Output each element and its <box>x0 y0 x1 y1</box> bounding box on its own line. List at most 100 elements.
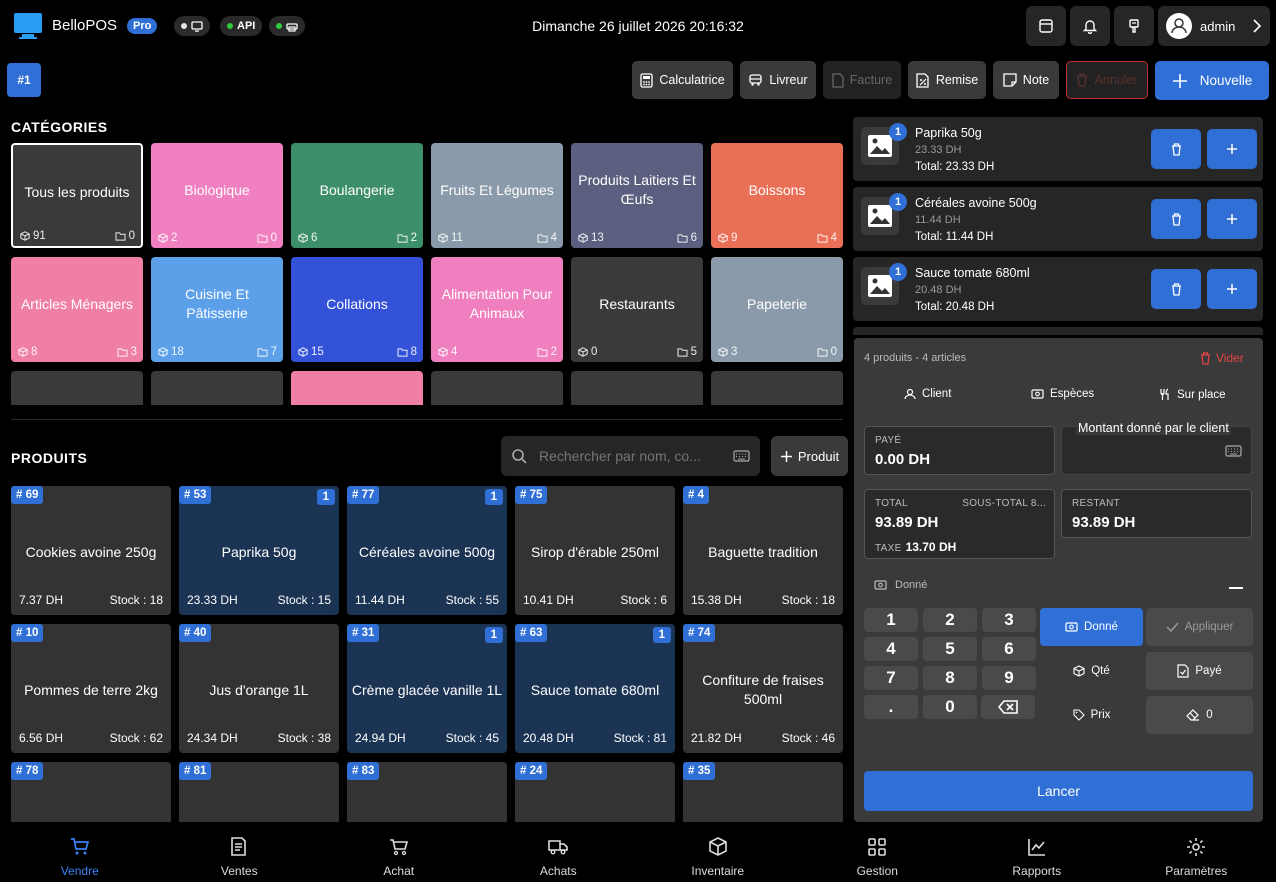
keypad-key[interactable]: 0 <box>923 695 977 719</box>
user-icon <box>904 388 916 400</box>
appliquer-button[interactable]: Appliquer <box>1146 608 1253 646</box>
backspace-key[interactable] <box>981 695 1035 719</box>
increment-item-button[interactable] <box>1207 129 1257 169</box>
product-count: 2 <box>171 232 178 244</box>
category-card[interactable]: Produits Laitie <box>711 371 843 405</box>
add-product-button[interactable]: Produit <box>771 436 848 476</box>
annuler-button[interactable]: Annuler <box>1066 61 1148 99</box>
facture-label: Facture <box>849 73 893 87</box>
product-card[interactable]: # 81 <box>179 762 339 822</box>
category-card[interactable]: Surgelés et Et <box>571 371 703 405</box>
keypad-key[interactable]: 9 <box>982 666 1036 690</box>
product-card[interactable]: # 40 Jus d'orange 1L 24.34 DH Stock : 38 <box>179 624 339 753</box>
category-card[interactable]: Fruits Et Légumes 11 4 <box>431 143 563 248</box>
nav-item-vendre[interactable]: Vendre <box>0 822 160 882</box>
delete-item-button[interactable] <box>1151 129 1201 169</box>
donne-mode-button[interactable]: Donné <box>1040 608 1143 646</box>
notifications-button[interactable] <box>1070 6 1110 46</box>
category-card[interactable]: Condi M <box>151 371 283 405</box>
sub-count: 3 <box>130 346 137 358</box>
product-card[interactable]: # 78 Céréales riz croustillant <box>11 762 171 822</box>
nav-item-achat[interactable]: Achat <box>319 822 479 882</box>
especes-button[interactable]: Espèces <box>1031 388 1094 400</box>
paye-button[interactable]: Payé <box>1146 652 1253 690</box>
add-product-label: Produit <box>797 448 840 464</box>
product-card[interactable]: # 53 1 Paprika 50g 23.33 DH Stock : 15 <box>179 486 339 615</box>
product-price: 24.34 DH <box>187 731 238 745</box>
product-card[interactable]: # 63 1 Sauce tomate 680ml 20.48 DH Stock : 8… <box>515 624 675 753</box>
product-card[interactable]: # 31 1 Crème glacée vanille 1L 24.94 DH Stoc… <box>347 624 507 753</box>
nav-item-ventes[interactable]: Ventes <box>160 822 320 882</box>
product-card[interactable]: # 77 1 Céréales avoine 500g 11.44 DH Stock :… <box>347 486 507 615</box>
category-card[interactable]: Cuisine Et Pâtisserie 18 7 <box>151 257 283 362</box>
order-tab[interactable]: #1 <box>7 63 41 97</box>
nav-item-inventaire[interactable]: Inventaire <box>638 822 798 882</box>
nav-item-achats[interactable]: Achats <box>479 822 639 882</box>
nav-item-rapports[interactable]: Rapports <box>957 822 1117 882</box>
user-menu-button[interactable]: admin <box>1158 6 1270 46</box>
delete-item-button[interactable] <box>1151 269 1201 309</box>
vider-button[interactable]: Vider <box>1200 351 1244 365</box>
keyboard-icon[interactable] <box>733 450 750 462</box>
keyboard-icon[interactable] <box>1225 445 1242 457</box>
client-button[interactable]: Client <box>904 388 951 400</box>
product-card[interactable]: # 69 Cookies avoine 250g 7.37 DH Stock : 18 <box>11 486 171 615</box>
clear-button[interactable]: 0 <box>1146 696 1253 734</box>
keypad-key[interactable]: 7 <box>864 666 918 690</box>
keypad-key[interactable]: 5 <box>923 637 977 661</box>
nav-item-paramètres[interactable]: Paramètres <box>1117 822 1276 882</box>
calculatrice-button[interactable]: Calculatrice <box>632 61 733 99</box>
delivery-icon <box>749 74 763 86</box>
keypad-key[interactable]: 1 <box>864 608 918 632</box>
keypad-key[interactable]: 3 <box>982 608 1036 632</box>
category-card[interactable]: Alimentation Pour Animaux 4 2 <box>431 257 563 362</box>
product-card[interactable]: # 83 Nourriture chat adulte <box>347 762 507 822</box>
category-card[interactable]: Collatio <box>431 371 563 405</box>
increment-item-button[interactable] <box>1207 269 1257 309</box>
keypad-key[interactable]: 6 <box>982 637 1036 661</box>
category-sub-count: 5 <box>677 346 697 358</box>
plus-icon <box>1172 73 1187 88</box>
category-card[interactable]: Boulangerie 6 2 <box>291 143 423 248</box>
product-card[interactable]: # 10 Pommes de terre 2kg 6.56 DH Stock : 62 <box>11 624 171 753</box>
note-button[interactable]: Note <box>993 61 1059 99</box>
nav-item-gestion[interactable]: Gestion <box>798 822 958 882</box>
product-card[interactable]: # 24 <box>515 762 675 822</box>
amount-given-field[interactable]: Montant donné par le client <box>1061 421 1252 475</box>
category-card[interactable]: Articles Ménagers 8 3 <box>11 257 143 362</box>
product-card[interactable]: # 35 <box>683 762 843 822</box>
folder-icon <box>677 233 688 243</box>
category-card[interactable]: Boi <box>11 371 143 405</box>
livreur-button[interactable]: Livreur <box>740 61 816 99</box>
increment-item-button[interactable] <box>1207 199 1257 239</box>
category-card[interactable]: Boissons 9 4 <box>711 143 843 248</box>
nouvelle-button[interactable]: Nouvelle <box>1155 61 1269 100</box>
product-card[interactable]: # 74 Confiture de fraises 500ml 21.82 DH St… <box>683 624 843 753</box>
keypad-key[interactable]: 4 <box>864 637 918 661</box>
category-card[interactable]: Biologique 2 0 <box>151 143 283 248</box>
window-button[interactable] <box>1026 6 1066 46</box>
collapse-icon[interactable] <box>1229 587 1243 589</box>
category-card[interactable]: Collations 15 8 <box>291 257 423 362</box>
keypad-key[interactable]: 8 <box>923 666 977 690</box>
search-input[interactable] <box>539 448 721 464</box>
category-card[interactable]: Accesso <box>291 371 423 405</box>
sub-count: 4 <box>830 232 837 244</box>
delete-item-button[interactable] <box>1151 199 1201 239</box>
facture-button[interactable]: Facture <box>823 61 901 99</box>
category-card[interactable]: Tous les produits 91 0 <box>11 143 143 248</box>
remise-button[interactable]: Remise <box>908 61 986 99</box>
surplace-button[interactable]: Sur place <box>1159 388 1226 401</box>
qte-mode-button[interactable]: Qté <box>1040 652 1143 690</box>
prix-mode-button[interactable]: Prix <box>1040 696 1143 734</box>
category-name: Biologique <box>184 181 250 198</box>
category-card[interactable]: Restaurants 0 5 <box>571 257 703 362</box>
product-card[interactable]: # 75 Sirop d'érable 250ml 10.41 DH Stock : … <box>515 486 675 615</box>
keypad-key[interactable]: 2 <box>923 608 977 632</box>
cleaning-button[interactable] <box>1114 6 1154 46</box>
product-card[interactable]: # 4 Baguette tradition 15.38 DH Stock : 18 <box>683 486 843 615</box>
category-card[interactable]: Produits Laitiers Et Œufs 13 6 <box>571 143 703 248</box>
category-card[interactable]: Papeterie 3 0 <box>711 257 843 362</box>
keypad-key[interactable]: . <box>864 695 918 719</box>
lancer-button[interactable]: Lancer <box>864 771 1253 811</box>
